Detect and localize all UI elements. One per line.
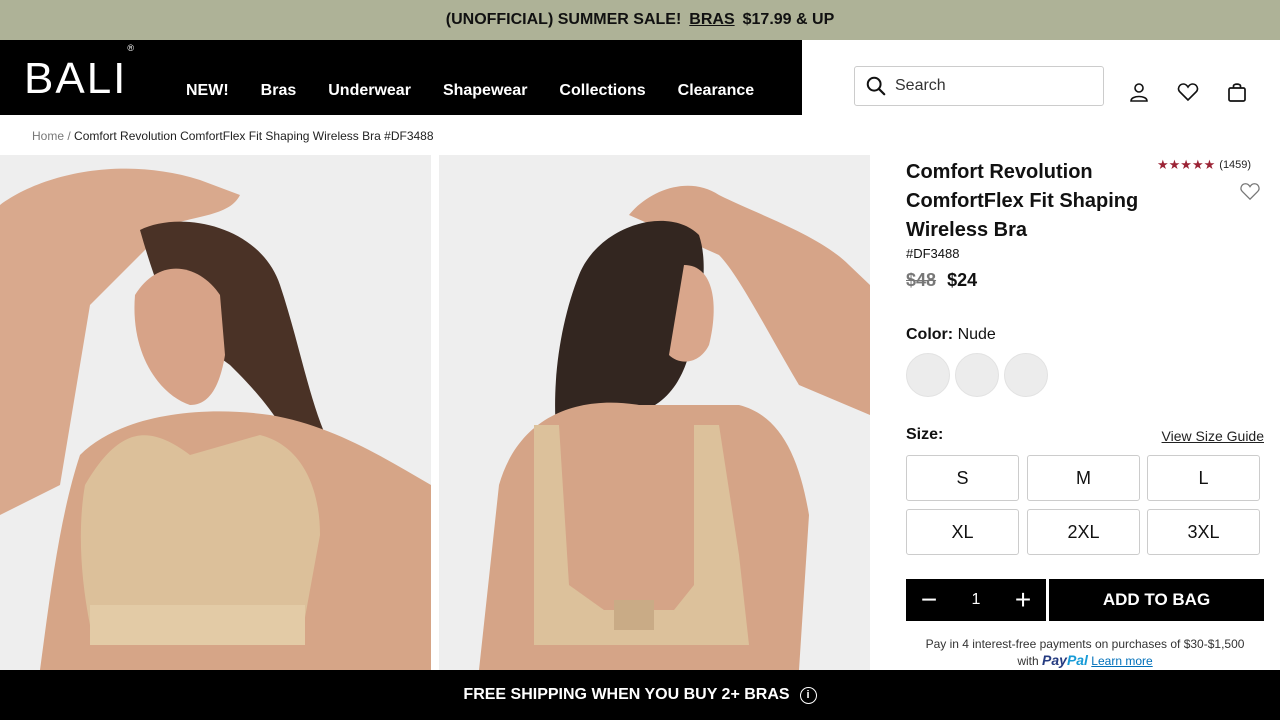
- color-swatch-3[interactable]: [1004, 353, 1048, 397]
- search-icon: [866, 76, 886, 96]
- color-label: Color: Nude: [906, 326, 996, 343]
- promo-price: $17.99 & UP: [742, 11, 835, 28]
- price: $48 $24: [906, 270, 977, 291]
- account-icon[interactable]: [1127, 80, 1151, 104]
- size-l-button[interactable]: L: [1147, 455, 1260, 501]
- size-3xl-button[interactable]: 3XL: [1147, 509, 1260, 555]
- paypal-with: with: [1017, 654, 1039, 668]
- quantity-stepper: − 1 +: [906, 579, 1046, 621]
- paypal-text: Pay in 4 interest-free payments on purch…: [925, 637, 1245, 651]
- size-guide-link[interactable]: View Size Guide: [1162, 428, 1264, 444]
- nav-item-clearance[interactable]: Clearance: [678, 82, 755, 100]
- product-title: Comfort Revolution ComfortFlex Fit Shapi…: [906, 161, 1139, 241]
- review-count[interactable]: (1459): [1219, 159, 1251, 171]
- paypal-learn-more-link[interactable]: Learn more: [1091, 654, 1152, 668]
- selected-color: Nude: [957, 326, 996, 343]
- decrease-quantity-button[interactable]: −: [914, 586, 944, 614]
- shipping-text: FREE SHIPPING WHEN YOU BUY 2+ BRAS: [463, 686, 790, 703]
- quantity-value[interactable]: 1: [972, 591, 981, 609]
- main-nav: BALI® NEW! Bras Underwear Shapewear Coll…: [0, 40, 802, 115]
- promo-bras-link[interactable]: BRAS: [689, 11, 734, 29]
- promo-banner: (UNOFFICIAL) SUMMER SALE! BRAS $17.99 & …: [0, 0, 1280, 40]
- search-input[interactable]: [895, 77, 1085, 95]
- size-m-button[interactable]: M: [1027, 455, 1140, 501]
- paypal-logo: PayPal: [1042, 652, 1088, 668]
- add-to-wishlist-icon[interactable]: [1239, 181, 1261, 201]
- rating[interactable]: ★★★★★ (1459): [1157, 157, 1251, 173]
- shipping-banner: FREE SHIPPING WHEN YOU BUY 2+ BRAS i: [0, 670, 1280, 720]
- product-image-front[interactable]: [0, 155, 431, 670]
- nav-item-bras[interactable]: Bras: [261, 82, 297, 100]
- original-price: $48: [906, 270, 937, 290]
- breadcrumb-current: Comfort Revolution ComfortFlex Fit Shapi…: [74, 129, 434, 143]
- breadcrumb-separator: /: [67, 129, 71, 143]
- nav-item-collections[interactable]: Collections: [559, 82, 645, 100]
- nav-item-shapewear[interactable]: Shapewear: [443, 82, 527, 100]
- color-swatch-2[interactable]: [955, 353, 999, 397]
- size-2xl-button[interactable]: 2XL: [1027, 509, 1140, 555]
- product-sku: #DF3488: [906, 246, 960, 261]
- size-s-button[interactable]: S: [906, 455, 1019, 501]
- color-swatch-1[interactable]: [906, 353, 950, 397]
- nav-item-new[interactable]: NEW!: [186, 82, 229, 100]
- paypal-message: Pay in 4 interest-free payments on purch…: [906, 636, 1264, 669]
- breadcrumb-home[interactable]: Home: [32, 129, 64, 143]
- rating-stars: ★★★★★: [1157, 157, 1216, 172]
- sale-price: $24: [947, 270, 978, 290]
- wishlist-icon[interactable]: [1176, 80, 1200, 104]
- product-image-back[interactable]: [439, 155, 870, 670]
- info-icon[interactable]: i: [799, 686, 817, 704]
- bag-icon[interactable]: [1225, 80, 1249, 104]
- nav-item-underwear[interactable]: Underwear: [328, 82, 411, 100]
- add-to-bag-button[interactable]: ADD TO BAG: [1049, 579, 1264, 621]
- nav-menu: NEW! Bras Underwear Shapewear Collection…: [186, 82, 786, 100]
- increase-quantity-button[interactable]: +: [1008, 586, 1038, 614]
- size-label: Size:: [906, 426, 944, 443]
- search-box[interactable]: [854, 66, 1104, 106]
- size-xl-button[interactable]: XL: [906, 509, 1019, 555]
- breadcrumb: Home / Comfort Revolution ComfortFlex Fi…: [32, 129, 434, 143]
- promo-text: (UNOFFICIAL) SUMMER SALE!: [445, 11, 682, 28]
- bali-logo[interactable]: BALI®: [24, 43, 136, 104]
